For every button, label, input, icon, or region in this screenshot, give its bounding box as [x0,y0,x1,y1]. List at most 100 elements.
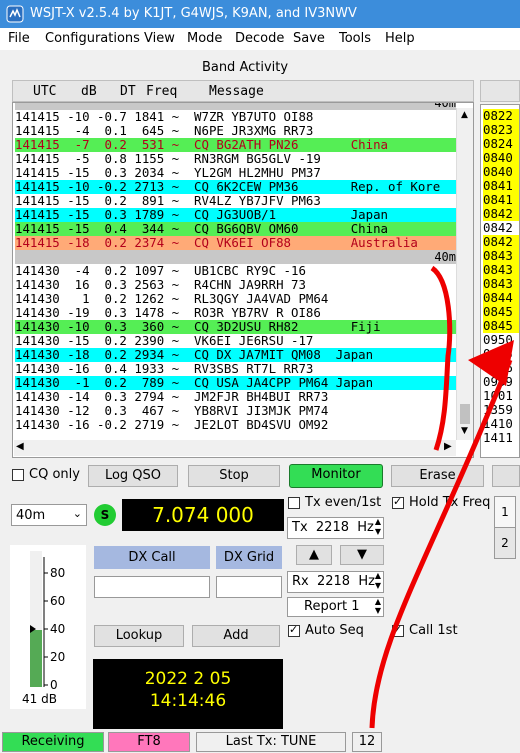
rx-row[interactable]: 0950 [483,333,519,347]
rx-freq-value: Rx 2218 Hz [292,574,375,589]
rx-row[interactable]: 0824 [483,137,519,151]
decode-row[interactable]: 141430 -16 0.4 1933 ~ RV3SBS RT7L RR73 [15,362,456,376]
menu-view[interactable]: View [144,31,175,46]
rx-row[interactable]: 0842 [483,221,519,235]
decode-row[interactable]: 141415 -10 -0.7 1841 ~ W7ZR YB7UTO OI88 [15,110,456,124]
auto-seq-checkbox[interactable]: ✓ [288,623,300,637]
set-tx-from-rx-button[interactable]: ▲ [296,545,332,565]
rx-row[interactable]: 1411 [483,431,519,445]
check-icon: ✓ [393,495,403,508]
rx-row[interactable]: 0959 [483,375,519,389]
menu-help[interactable]: Help [385,31,415,46]
cq-only-checkbox[interactable] [12,469,24,481]
decode-row[interactable]: 141415 -15 0.2 891 ~ RV4LZ YB7JFV PM63 [15,194,456,208]
menu-file[interactable]: File [8,31,30,46]
tab-1[interactable]: 1 [494,496,516,528]
rx-row[interactable]: 1359 [483,403,519,417]
spin-arrows-icon[interactable]: ▲ ▼ [375,571,381,591]
rx-row[interactable]: 0955 [483,347,519,361]
check-icon: ✓ [393,623,403,636]
scroll-left-icon[interactable]: ◀ [16,441,24,452]
meter-db-readout: 41 dB [22,692,57,706]
col-freq: Freq [146,84,178,99]
dx-call-input[interactable] [94,576,210,598]
stop-button[interactable]: Stop [188,465,280,487]
decode-row[interactable]: 141430 -4 0.2 1097 ~ UB1CBC RY9C -16 [15,264,456,278]
rx-row[interactable]: 0956 [483,361,519,375]
rx-row[interactable]: 0842 [483,207,519,221]
band-activity-list[interactable]: 40m 141415 -10 -0.7 1841 ~ W7ZR YB7UTO O… [12,102,474,458]
rx-row[interactable]: 0845 [483,305,519,319]
rx-row[interactable]: 0845 [483,319,519,333]
horizontal-scrollbar[interactable]: ◀ ▶ [14,440,456,456]
log-qso-button[interactable]: Log QSO [88,465,178,487]
decode-row[interactable]: 141415 -15 0.3 2034 ~ YL2GM HL2MHU PM37 [15,166,456,180]
tx-freq-spinbox[interactable]: Tx 2218 Hz ▲ ▼ [287,517,384,539]
menu-save[interactable]: Save [293,31,325,46]
rx-row[interactable]: 0842 [483,235,519,249]
rx-row[interactable]: 1410 [483,417,519,431]
set-rx-from-tx-button[interactable]: ▼ [340,545,384,565]
decode-row[interactable]: 141430 -12 0.3 467 ~ YB8RVI JI3MJK PM74 [15,404,456,418]
decode-row[interactable]: 141415 -4 0.1 645 ~ N6PE JR3XMG RR73 [15,124,456,138]
dx-grid-input[interactable] [216,576,282,598]
scroll-thumb[interactable] [460,404,470,424]
menu-decode[interactable]: Decode [235,31,284,46]
decode-row[interactable]: 141430 1 0.2 1262 ~ RL3QGY JA4VAD PM64 [15,292,456,306]
check-icon: ✓ [289,623,299,636]
rx-row[interactable]: 0843 [483,249,519,263]
add-button[interactable]: Add [192,625,280,647]
tx-even-label: Tx even/1st [305,495,382,510]
spin-arrows-icon[interactable]: ▲ ▼ [375,517,381,537]
decode-row[interactable]: 141415 -15 0.4 344 ~ CQ BG6QBV OM60 Chin… [15,222,456,236]
decode-row[interactable]: 141430 -16 -0.2 2719 ~ JE2LOT BD4SVU OM9… [15,418,456,432]
monitor-button[interactable]: Monitor [289,464,383,488]
tab-2[interactable]: 2 [494,527,516,559]
decode-row[interactable]: 141415 -15 0.3 1789 ~ CQ JG3UOB/1 Japan [15,208,456,222]
scroll-down-icon[interactable]: ▼ [461,426,468,436]
lookup-button[interactable]: Lookup [94,625,184,647]
decode-row[interactable]: 141430 -18 0.2 2934 ~ CQ DX JA7MIT QM08 … [15,348,456,362]
rx-frequency-list[interactable]: 0822 0823 0824 0840 0840 0841 0841 0842 0842 0842… [480,104,520,458]
clear-avg-button[interactable] [492,465,520,487]
decode-row[interactable]: 141430 -14 0.3 2794 ~ JM2FJR BH4BUI RR73 [15,390,456,404]
tx-even-checkbox[interactable] [288,497,300,509]
rx-row[interactable]: 0822 [483,109,519,123]
decode-row[interactable]: 141415 -7 0.2 531 ~ CQ BG2ATH PN26 China [15,138,456,152]
rx-row[interactable]: 0840 [483,151,519,165]
vertical-scrollbar[interactable]: ▲ ▼ [456,108,473,440]
erase-button[interactable]: Erase [391,465,484,487]
band-activity-header: UTC dB DT Freq Message [12,80,474,102]
app-icon [6,5,24,23]
decode-row[interactable]: 141430 -19 0.3 1478 ~ RO3R YB7RV R OI86 [15,306,456,320]
rx-row[interactable]: 0840 [483,165,519,179]
spin-arrows-icon[interactable]: ▲ ▼ [375,597,381,615]
rx-row[interactable]: 0841 [483,193,519,207]
report-spinbox[interactable]: Report 1 ▲ ▼ [287,597,384,617]
decode-row[interactable]: 141415 -18 0.2 2374 ~ CQ VK6EI OF88 Aust… [15,236,456,250]
rx-row[interactable]: 0843 [483,277,519,291]
decode-row[interactable]: 141415 -5 0.8 1155 ~ RN3RGM BG5GLV -19 [15,152,456,166]
meter-label-40: 40 [50,622,66,636]
rx-freq-spinbox[interactable]: Rx 2218 Hz ▲ ▼ [287,571,384,593]
scroll-right-icon[interactable]: ▶ [444,441,452,452]
decode-row[interactable]: 141415 -10 -0.2 2713 ~ CQ 6K2CEW PM36 Re… [15,180,456,194]
rx-row[interactable]: 1001 [483,389,519,403]
scroll-up-icon[interactable]: ▲ [461,110,468,120]
rx-row[interactable]: 0823 [483,123,519,137]
decode-row[interactable]: 141430 -15 0.2 2390 ~ VK6EI JE6RSU -17 [15,334,456,348]
decode-row[interactable]: 141430 -1 0.2 789 ~ CQ USA JA4CPP PM64 J… [15,376,456,390]
menu-configurations[interactable]: Configurations [45,31,140,46]
decode-row[interactable]: 141430 -10 0.3 360 ~ CQ 3D2USU RH82 Fiji [15,320,456,334]
band-activity-title: Band Activity [201,60,289,75]
dx-call-label: DX Call [94,546,210,569]
band-select[interactable]: 40m ⌄ [11,504,87,526]
menu-mode[interactable]: Mode [187,31,222,46]
rx-row[interactable]: 0843 [483,263,519,277]
decode-row[interactable]: 141430 16 0.3 2563 ~ R4CHN JA9RRH 73 [15,278,456,292]
call-1st-checkbox[interactable]: ✓ [392,623,404,637]
rx-row[interactable]: 0841 [483,179,519,193]
rx-row[interactable]: 0844 [483,291,519,305]
menu-tools[interactable]: Tools [339,31,371,46]
hold-tx-freq-checkbox[interactable]: ✓ [392,495,404,509]
